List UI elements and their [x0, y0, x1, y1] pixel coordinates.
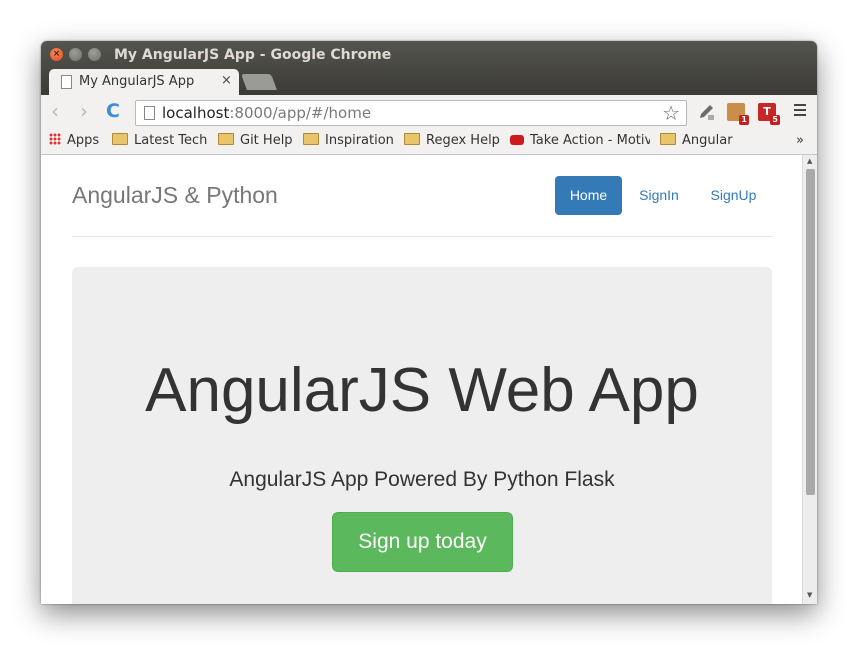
header-divider [72, 236, 772, 237]
title-bar: × My AngularJS App - Google Chrome My An… [41, 41, 817, 95]
tab-active[interactable]: My AngularJS App × [49, 69, 239, 95]
folder-icon [218, 133, 234, 145]
window-maximize-button[interactable] [88, 48, 101, 61]
forward-icon[interactable]: › [80, 101, 88, 121]
page-icon [61, 75, 72, 89]
nav-signup-link[interactable]: SignUp [701, 176, 766, 215]
youtube-icon [510, 135, 524, 145]
window-close-button[interactable]: × [50, 48, 63, 61]
folder-icon [112, 133, 128, 145]
window-title: My AngularJS App - Google Chrome [114, 47, 392, 63]
bookmark-inspiration[interactable]: Inspiration [303, 133, 394, 148]
reload-icon[interactable]: C [106, 102, 120, 121]
brand-title: AngularJS & Python [72, 182, 278, 208]
page-icon [144, 106, 155, 120]
bookmark-angular[interactable]: Angular [660, 133, 733, 148]
folder-icon [660, 133, 676, 145]
scroll-down-icon[interactable]: ▼ [807, 591, 812, 599]
extension-icon[interactable]: 1 [727, 103, 749, 125]
nav-signin-link[interactable]: SignIn [627, 176, 691, 215]
bookmark-star-icon[interactable]: ☆ [662, 101, 680, 125]
page-content: AngularJS & Python Home SignIn SignUp An… [41, 155, 802, 604]
jumbotron-lead: AngularJS App Powered By Python Flask [229, 468, 615, 491]
bookmarks-overflow-icon[interactable]: » [796, 133, 804, 148]
tab-title: My AngularJS App [79, 74, 195, 89]
browser-window: × My AngularJS App - Google Chrome My An… [41, 41, 817, 604]
back-icon[interactable]: ‹ [51, 101, 59, 121]
folder-icon [303, 133, 319, 145]
extension-badge: 5 [770, 115, 780, 125]
scroll-up-icon[interactable]: ▲ [807, 157, 812, 165]
apps-grid-icon [49, 133, 61, 145]
url-text[interactable]: localhost:8000/app/#/home [162, 104, 371, 122]
tab-close-icon[interactable]: × [221, 73, 232, 88]
eyedropper-icon[interactable] [697, 103, 715, 121]
extension-badge: 1 [739, 115, 749, 125]
vertical-scrollbar[interactable]: ▲ ▼ [802, 155, 817, 604]
bookmarks-bar: Apps Latest Tech Git Help Inspiration Re… [41, 129, 817, 155]
browser-toolbar: ‹ › C localhost:8000/app/#/home ☆ 1 T 5 [41, 95, 817, 129]
menu-icon[interactable] [794, 104, 806, 119]
td-extension-icon[interactable]: T 5 [758, 103, 780, 125]
bookmark-take-action[interactable]: Take Action - Motiv [510, 133, 650, 148]
jumbotron-headline: AngularJS Web App [145, 356, 699, 425]
window-minimize-button[interactable] [69, 48, 82, 61]
new-tab-button[interactable] [241, 74, 277, 90]
bookmark-latest-tech[interactable]: Latest Tech [112, 133, 207, 148]
folder-icon [404, 133, 420, 145]
bookmark-git-help[interactable]: Git Help [218, 133, 293, 148]
scrollbar-thumb[interactable] [806, 169, 815, 495]
nav-home-link[interactable]: Home [555, 176, 622, 215]
bookmark-regex-help[interactable]: Regex Help [404, 133, 500, 148]
address-bar[interactable]: localhost:8000/app/#/home ☆ [135, 100, 687, 126]
jumbotron: AngularJS Web App AngularJS App Powered … [72, 267, 772, 604]
sign-up-button[interactable]: Sign up today [332, 512, 513, 572]
bookmark-apps[interactable]: Apps [49, 133, 99, 148]
